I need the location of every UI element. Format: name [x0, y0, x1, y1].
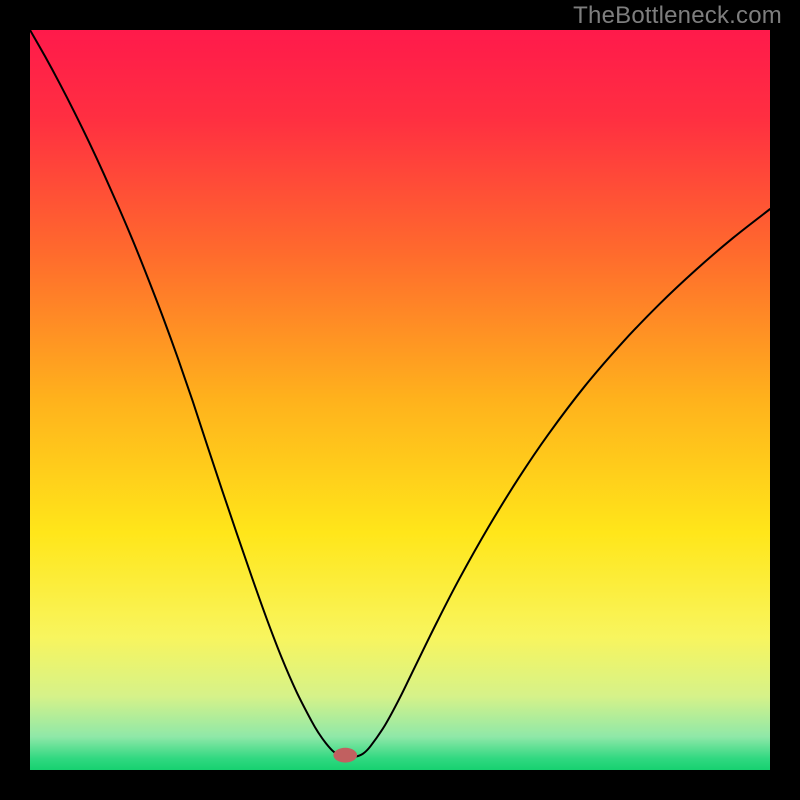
chart-background	[30, 30, 770, 770]
bottleneck-chart	[30, 30, 770, 770]
chart-frame: TheBottleneck.com	[0, 0, 800, 800]
watermark-text: TheBottleneck.com	[573, 2, 782, 30]
optimal-marker	[333, 748, 357, 763]
